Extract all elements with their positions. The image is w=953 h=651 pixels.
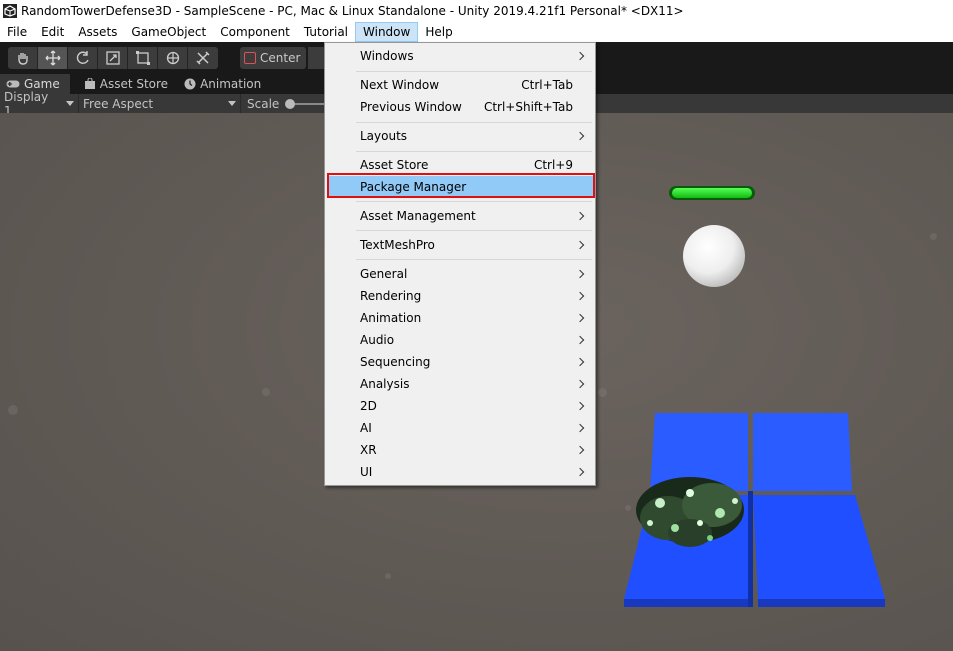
menu-component[interactable]: Component — [213, 22, 297, 42]
menu-window[interactable]: Window — [355, 22, 419, 42]
move-arrows-icon — [45, 50, 60, 66]
submenu-arrow-icon — [575, 423, 585, 433]
menu-separator — [356, 122, 592, 123]
highlight-annotation-box — [327, 173, 595, 198]
transform-gizmo-icon — [166, 51, 179, 65]
menu-item-2d[interactable]: 2D — [327, 395, 593, 417]
rect-tool-button[interactable] — [128, 47, 158, 69]
pivot-center-toggle[interactable]: Center — [240, 47, 307, 69]
submenu-arrow-icon — [575, 269, 585, 279]
shopping-bag-icon — [84, 78, 96, 90]
submenu-arrow-icon — [575, 291, 585, 301]
submenu-arrow-icon — [575, 313, 585, 323]
window-menu-dropdown: Windows Next Window Ctrl+Tab Previous Wi… — [324, 42, 596, 486]
menu-item-xr[interactable]: XR — [327, 439, 593, 461]
submenu-arrow-icon — [575, 379, 585, 389]
menu-file[interactable]: File — [0, 22, 34, 42]
rect-icon — [135, 51, 150, 65]
menu-separator — [356, 259, 592, 260]
pivot-center-icon — [244, 52, 256, 64]
menu-item-asset-management[interactable]: Asset Management — [327, 205, 593, 227]
menu-tutorial[interactable]: Tutorial — [297, 22, 355, 42]
menu-separator — [356, 71, 592, 72]
menu-item-ai[interactable]: AI — [327, 417, 593, 439]
menu-item-animation[interactable]: Animation — [327, 307, 593, 329]
submenu-arrow-icon — [575, 467, 585, 477]
menu-separator — [356, 201, 592, 202]
transform-tools — [8, 47, 218, 69]
submenu-arrow-icon — [575, 211, 585, 221]
shortcut-text: Ctrl+Tab — [521, 78, 573, 92]
scale-tool-button[interactable] — [98, 47, 128, 69]
menu-item-rendering[interactable]: Rendering — [327, 285, 593, 307]
pivot-label: Center — [260, 51, 301, 65]
chevron-down-icon — [228, 101, 236, 106]
menu-edit[interactable]: Edit — [34, 22, 71, 42]
tab-animation[interactable]: Animation — [178, 74, 271, 94]
health-bar — [669, 186, 755, 200]
tab-asset-store[interactable]: Asset Store — [78, 74, 178, 94]
scale-icon — [105, 51, 120, 65]
menu-item-sequencing[interactable]: Sequencing — [327, 351, 593, 373]
menu-help[interactable]: Help — [418, 22, 459, 42]
unity-logo-icon — [3, 4, 17, 18]
menu-item-general[interactable]: General — [327, 263, 593, 285]
menu-separator — [356, 230, 592, 231]
submenu-arrow-icon — [575, 357, 585, 367]
submenu-arrow-icon — [575, 335, 585, 345]
scale-slider[interactable] — [285, 98, 328, 109]
move-tool-button[interactable] — [38, 47, 68, 69]
menu-assets[interactable]: Assets — [71, 22, 124, 42]
game-controller-icon — [6, 79, 20, 89]
menu-separator — [356, 151, 592, 152]
tab-asset-store-label: Asset Store — [99, 77, 169, 91]
submenu-arrow-icon — [575, 401, 585, 411]
rotate-icon — [76, 51, 89, 64]
aspect-dropdown[interactable]: Free Aspect — [79, 94, 241, 113]
menu-item-ui[interactable]: UI — [327, 461, 593, 483]
display-dropdown[interactable]: Display 1 — [0, 90, 79, 118]
scale-control: Scale — [241, 96, 328, 111]
menu-item-audio[interactable]: Audio — [327, 329, 593, 351]
tools-icon — [196, 51, 210, 65]
submenu-arrow-icon — [575, 445, 585, 455]
transform-tool-button[interactable] — [158, 47, 188, 69]
shortcut-text: Ctrl+9 — [533, 158, 573, 172]
menu-item-windows[interactable]: Windows — [327, 45, 593, 67]
submenu-arrow-icon — [575, 240, 585, 250]
aspect-value: Free Aspect — [83, 96, 154, 111]
menu-item-next-window[interactable]: Next Window Ctrl+Tab — [327, 74, 593, 96]
custom-tool-button[interactable] — [188, 47, 218, 69]
clock-icon — [184, 78, 196, 90]
hand-tool-button[interactable] — [8, 47, 38, 69]
tab-animation-label: Animation — [200, 77, 262, 91]
submenu-arrow-icon — [575, 131, 585, 141]
menu-gameobject[interactable]: GameObject — [124, 22, 213, 42]
menu-item-analysis[interactable]: Analysis — [327, 373, 593, 395]
hand-icon — [17, 53, 28, 65]
window-title: RandomTowerDefense3D - SampleScene - PC,… — [21, 4, 684, 18]
scale-slider-knob[interactable] — [285, 98, 296, 109]
scale-label: Scale — [247, 96, 280, 111]
submenu-arrow-icon — [575, 51, 585, 61]
menu-item-previous-window[interactable]: Previous Window Ctrl+Shift+Tab — [327, 96, 593, 118]
menu-item-layouts[interactable]: Layouts — [327, 125, 593, 147]
rotate-tool-button[interactable] — [68, 47, 98, 69]
chevron-down-icon — [66, 101, 74, 106]
white-sphere — [683, 225, 745, 287]
shortcut-text: Ctrl+Shift+Tab — [483, 100, 573, 114]
menu-bar: File Edit Assets GameObject Component Tu… — [0, 22, 953, 42]
title-bar: RandomTowerDefense3D - SampleScene - PC,… — [0, 0, 953, 22]
menu-item-textmeshpro[interactable]: TextMeshPro — [327, 234, 593, 256]
